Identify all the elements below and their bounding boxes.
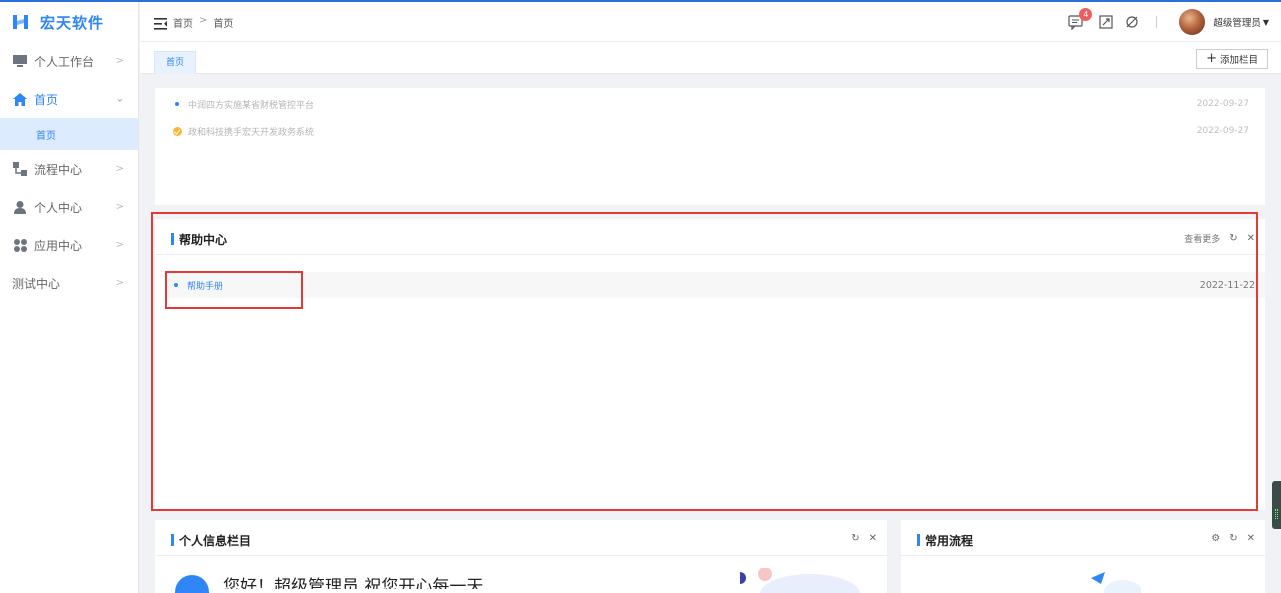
message-count-badge: 4: [1079, 8, 1093, 21]
add-column-label: 添加栏目: [1219, 55, 1258, 66]
add-column-button[interactable]: + 添加栏目: [1196, 49, 1268, 69]
monitor-icon: [12, 53, 28, 69]
news-date: 2022-09-27: [1196, 126, 1249, 136]
chevron-down-icon: ⌄: [115, 93, 124, 105]
panel-tools: 查看更多 ↻ ✕: [1184, 232, 1255, 245]
header-divider: [1156, 16, 1158, 28]
header-actions: 4 超级管理员 ▼: [1058, 8, 1269, 36]
breadcrumb-separator: >: [199, 15, 208, 26]
list-item[interactable]: 政和科技携手宏天开发政务系统 2022-09-27: [173, 123, 1249, 139]
title-accent-bar: [171, 534, 174, 546]
close-icon[interactable]: ✕: [1247, 233, 1255, 244]
app-name: 宏天软件: [40, 13, 105, 32]
help-manual-link[interactable]: 帮助手册: [187, 279, 223, 292]
sidebar-subitem-home[interactable]: 首页: [0, 118, 138, 150]
eye-off-icon[interactable]: [1124, 14, 1140, 30]
close-icon[interactable]: ✕: [869, 533, 877, 544]
sidebar-item-app-center[interactable]: 应用中心 >: [0, 226, 138, 264]
panel-title: 帮助中心: [179, 233, 228, 247]
list-item[interactable]: 帮助手册 2022-11-22: [165, 272, 1265, 298]
logo[interactable]: 宏天软件: [0, 2, 138, 42]
chevron-right-icon: >: [115, 55, 124, 67]
news-title: 政和科技携手宏天开发政务系统: [188, 127, 315, 138]
sidebar-item-label: 首页: [34, 92, 59, 107]
help-date: 2022-11-22: [1199, 279, 1255, 291]
chevron-right-icon: >: [115, 277, 124, 289]
top-header: 首页 > 首页 4 超级管理员 ▼: [140, 2, 1281, 42]
news-title: 中润四方实施某省财税管控平台: [188, 100, 315, 111]
apps-icon: [12, 237, 28, 253]
breadcrumb-item: 首页: [213, 19, 234, 30]
panel-header: 个人信息栏目 ↻ ✕: [155, 520, 887, 556]
view-more-link[interactable]: 查看更多: [1184, 232, 1220, 245]
sidebar-item-label: 个人中心: [34, 200, 83, 215]
check-circle-icon: [173, 126, 182, 136]
tab-home[interactable]: 首页: [154, 51, 197, 74]
sidebar-item-label: 测试中心: [12, 276, 61, 291]
sidebar-item-workbench[interactable]: 个人工作台 >: [0, 42, 138, 80]
panel-header: 帮助中心 查看更多 ↻ ✕: [155, 219, 1265, 255]
panel-title: 个人信息栏目: [179, 534, 252, 548]
paper-plane-icon: [1091, 572, 1141, 593]
sidebar-item-home[interactable]: 首页 ⌄: [0, 80, 138, 118]
chevron-right-icon: >: [115, 163, 124, 175]
settings-icon[interactable]: ⚙: [1211, 533, 1220, 544]
list-item[interactable]: 中润四方实施某省财税管控平台 2022-09-27: [173, 96, 1249, 112]
main-content: 中润四方实施某省财税管控平台 2022-09-27 政和科技携手宏天开发政务系统…: [140, 74, 1281, 593]
bullet-dot-icon: [175, 102, 179, 106]
home-icon: [12, 91, 28, 107]
sidebar: 宏天软件 个人工作台 > 首页 ⌄ 首页 流程中心 > 个人中心 > 应用中心 …: [0, 2, 139, 593]
sidebar-item-process-center[interactable]: 流程中心 >: [0, 150, 138, 188]
plus-icon: +: [1206, 51, 1217, 66]
logo-icon: [12, 13, 30, 31]
breadcrumb: 首页 > 首页: [173, 15, 233, 30]
panel-header: 常用流程 ⚙ ↻ ✕: [901, 520, 1265, 556]
welcome-avatar-icon: [175, 575, 209, 593]
refresh-icon[interactable]: ↻: [1229, 233, 1237, 244]
sidebar-menu: 个人工作台 > 首页 ⌄ 首页 流程中心 > 个人中心 > 应用中心 > 测试中…: [0, 42, 138, 302]
sidebar-item-personal-center[interactable]: 个人中心 >: [0, 188, 138, 226]
help-center-panel: 帮助中心 查看更多 ↻ ✕ 帮助手册 2022-11-22: [155, 219, 1265, 509]
breadcrumb-item[interactable]: 首页: [173, 15, 193, 30]
message-icon[interactable]: 4: [1068, 8, 1093, 30]
news-date: 2022-09-27: [1196, 99, 1249, 109]
bullet-dot-icon: [174, 283, 178, 287]
title-accent-bar: [171, 233, 174, 245]
news-panel: 中润四方实施某省财税管控平台 2022-09-27 政和科技携手宏天开发政务系统…: [155, 88, 1265, 205]
chevron-right-icon: >: [115, 239, 124, 251]
illustration-icon: [740, 568, 860, 593]
caret-down-icon[interactable]: ▼: [1263, 18, 1269, 27]
username[interactable]: 超级管理员: [1213, 15, 1261, 29]
panel-tools: ⚙ ↻ ✕: [1211, 533, 1255, 544]
avatar[interactable]: [1179, 9, 1206, 35]
flow-icon: [12, 161, 28, 177]
menu-fold-icon[interactable]: [154, 15, 167, 30]
sidebar-item-label: 应用中心: [34, 238, 83, 253]
sidebar-item-test-center[interactable]: 测试中心 >: [0, 264, 138, 302]
side-drawer-handle[interactable]: [1272, 481, 1281, 529]
common-process-panel: 常用流程 ⚙ ↻ ✕: [901, 520, 1265, 593]
sidebar-item-label: 流程中心: [34, 162, 83, 177]
fullscreen-icon[interactable]: [1098, 14, 1114, 30]
title-accent-bar: [917, 534, 920, 546]
refresh-icon[interactable]: ↻: [1229, 533, 1237, 544]
personal-info-panel: 个人信息栏目 ↻ ✕ 您好！超级管理员 祝您开心每一天: [155, 520, 887, 593]
panel-tools: ↻ ✕: [851, 533, 877, 544]
user-icon: [12, 199, 28, 215]
tab-bar: 首页 + 添加栏目: [140, 42, 1281, 74]
sidebar-item-label: 个人工作台: [34, 54, 95, 69]
panel-title: 常用流程: [925, 534, 974, 548]
refresh-icon[interactable]: ↻: [851, 533, 859, 544]
chevron-right-icon: >: [115, 201, 124, 213]
welcome-text: 您好！超级管理员 祝您开心每一天: [223, 577, 484, 593]
close-icon[interactable]: ✕: [1247, 533, 1255, 544]
